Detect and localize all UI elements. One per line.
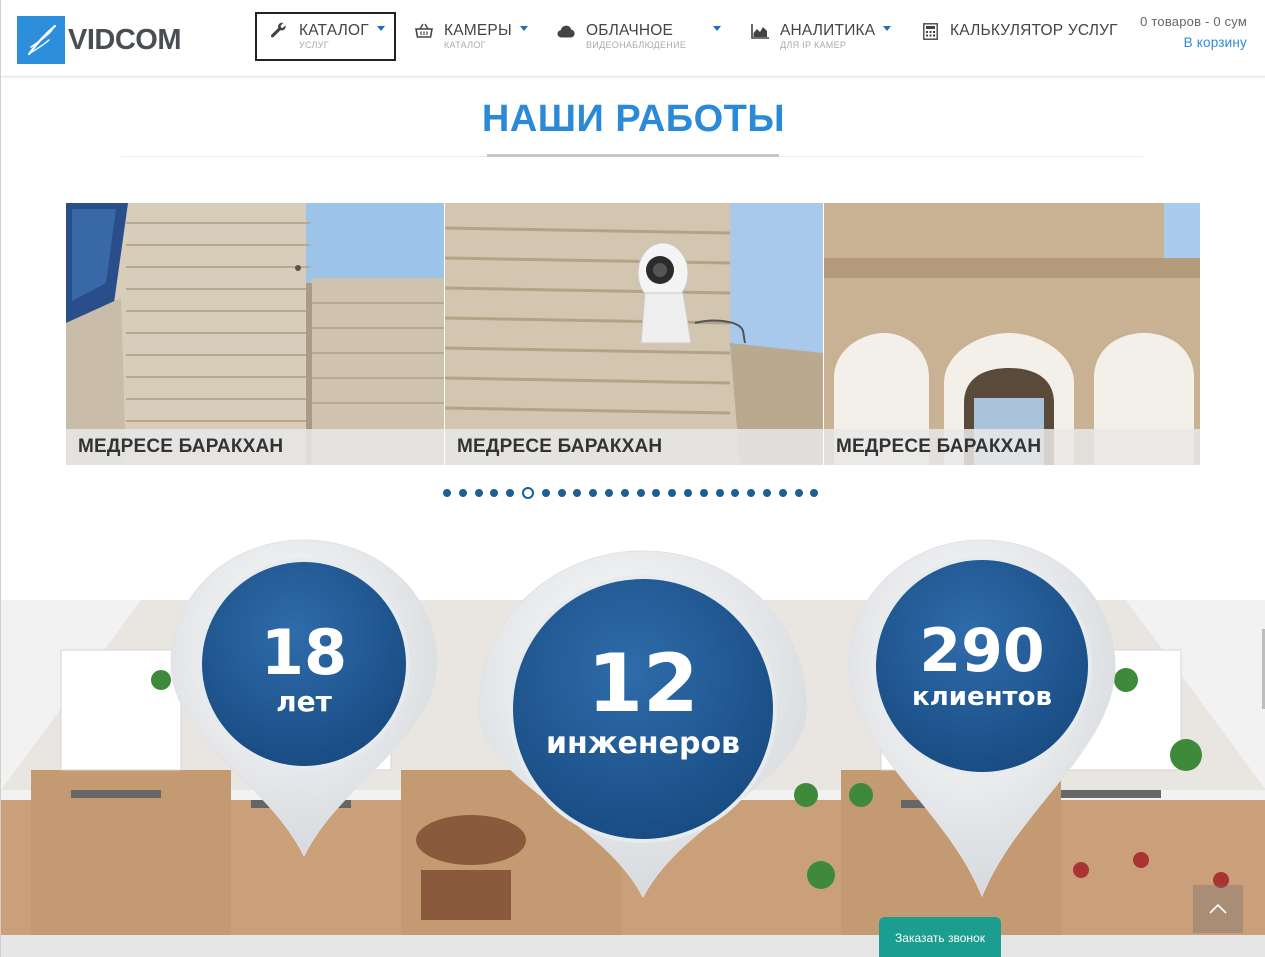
slider-dot[interactable] [506, 489, 515, 497]
wrench-icon [269, 22, 289, 40]
slider-dot[interactable] [474, 489, 483, 497]
nav-catalog-label: КАТАЛОГ [299, 22, 369, 39]
cart-summary: 0 товаров - 0 сум В корзину [1140, 14, 1247, 50]
slider-dot[interactable] [794, 489, 803, 497]
logo-feather-icon [17, 16, 65, 64]
map-pin-icon [848, 539, 1116, 898]
nav-cloud-label: ОБЛАЧНОЕ [586, 22, 674, 39]
slider-dot[interactable] [541, 489, 550, 497]
stat-engineers-label: инженеров [545, 726, 741, 761]
section-title: НАШИ РАБОТЫ [481, 98, 786, 140]
nav-calculator-label: КАЛЬКУЛЯТОР УСЛУГ [950, 22, 1118, 39]
cloud-icon [556, 22, 576, 40]
logo[interactable]: VIDCOM [17, 16, 182, 64]
stat-years-number: 18 [260, 616, 348, 689]
slider-dot[interactable] [762, 489, 771, 497]
nav-catalog-sub: УСЛУГ [299, 40, 329, 50]
caret-down-icon [519, 26, 528, 31]
work-slide[interactable]: МЕДРЕСЕ БАРАКХАН [66, 203, 444, 465]
title-underline [487, 154, 779, 157]
cart-link[interactable]: В корзину [1140, 35, 1247, 50]
camera-on-wall-photo [445, 203, 823, 465]
nav-analytics-label: АНАЛИТИКА [780, 22, 876, 39]
logo-text: VIDCOM [68, 23, 182, 56]
slider-dot[interactable] [443, 489, 451, 497]
work-slide[interactable]: МЕДРЕСЕ БАРАКХАН [445, 203, 823, 465]
slider-dot[interactable] [778, 489, 787, 497]
work-slide[interactable]: МЕДРЕСЕ БАРАКХАН [824, 203, 1200, 465]
nav-cloud-sub: ВИДЕОНАБЛЮДЕНИЕ [586, 40, 687, 50]
slider-dot[interactable] [652, 489, 661, 497]
slider-dot[interactable] [573, 489, 582, 497]
stat-years-label: лет [276, 685, 332, 718]
chevron-up-icon [1209, 903, 1227, 914]
slider-dot[interactable] [636, 489, 645, 497]
site-header: VIDCOM КАТАЛОГ УСЛУГ КАМЕРЫ КАТАЛОГ ОБЛА… [1, 0, 1265, 77]
slider-dot[interactable] [490, 489, 499, 497]
slider-dot[interactable] [668, 489, 677, 497]
cart-count: 0 товаров - 0 сум [1140, 14, 1247, 29]
callback-button[interactable]: Заказать звонок [879, 917, 1001, 957]
slider-dot[interactable] [557, 489, 566, 497]
slider-dot[interactable] [589, 489, 598, 497]
basket-icon [414, 22, 434, 40]
slide-caption: МЕДРЕСЕ БАРАКХАН [66, 429, 444, 465]
slider-pagination [443, 486, 826, 500]
nav-analytics[interactable]: АНАЛИТИКА ДЛЯ IP КАМЕР [750, 12, 892, 61]
stat-clients-label: клиентов [912, 682, 1052, 712]
caret-down-icon [376, 26, 385, 31]
slider-dot[interactable] [715, 489, 724, 497]
slider-dot[interactable] [683, 489, 692, 497]
slider-dot[interactable] [521, 487, 534, 499]
nav-cameras-label: КАМЕРЫ [444, 22, 512, 39]
stat-clients-number: 290 [919, 616, 1045, 686]
madrasa-wall-photo [66, 203, 444, 465]
slide-caption: МЕДРЕСЕ БАРАКХАН [824, 429, 1200, 465]
stat-clients: 290 клиентов [847, 538, 1117, 898]
nav-cameras-sub: КАТАЛОГ [444, 40, 486, 50]
scroll-to-top-button[interactable] [1193, 885, 1243, 933]
nav-cloud[interactable]: ОБЛАЧНОЕ ВИДЕОНАБЛЮДЕНИЕ [556, 12, 722, 61]
slider-dot[interactable] [458, 489, 467, 497]
nav-calculator[interactable]: КАЛЬКУЛЯТОР УСЛУГ [920, 12, 1118, 61]
slider-dot[interactable] [810, 489, 819, 497]
stat-engineers: 12 инженеров [477, 549, 809, 899]
slide-caption: МЕДРЕСЕ БАРАКХАН [445, 429, 823, 465]
caret-down-icon [883, 26, 892, 31]
calculator-icon [920, 22, 940, 40]
caret-down-icon [713, 26, 722, 31]
nav-cameras[interactable]: КАМЕРЫ КАТАЛОГ [414, 12, 528, 61]
slider-dot[interactable] [731, 489, 740, 497]
slider-dot[interactable] [620, 489, 629, 497]
slider-dot[interactable] [604, 489, 613, 497]
madrasa-arches-photo [824, 203, 1200, 465]
nav-catalog[interactable]: КАТАЛОГ УСЛУГ [255, 12, 396, 61]
stat-years: 18 лет [169, 538, 439, 858]
stat-engineers-number: 12 [587, 637, 699, 730]
nav-analytics-sub: ДЛЯ IP КАМЕР [780, 40, 847, 50]
page: VIDCOM КАТАЛОГ УСЛУГ КАМЕРЫ КАТАЛОГ ОБЛА… [0, 0, 1265, 957]
slider-dot[interactable] [747, 489, 756, 497]
area-chart-icon [750, 22, 770, 40]
slider-dot[interactable] [699, 489, 708, 497]
